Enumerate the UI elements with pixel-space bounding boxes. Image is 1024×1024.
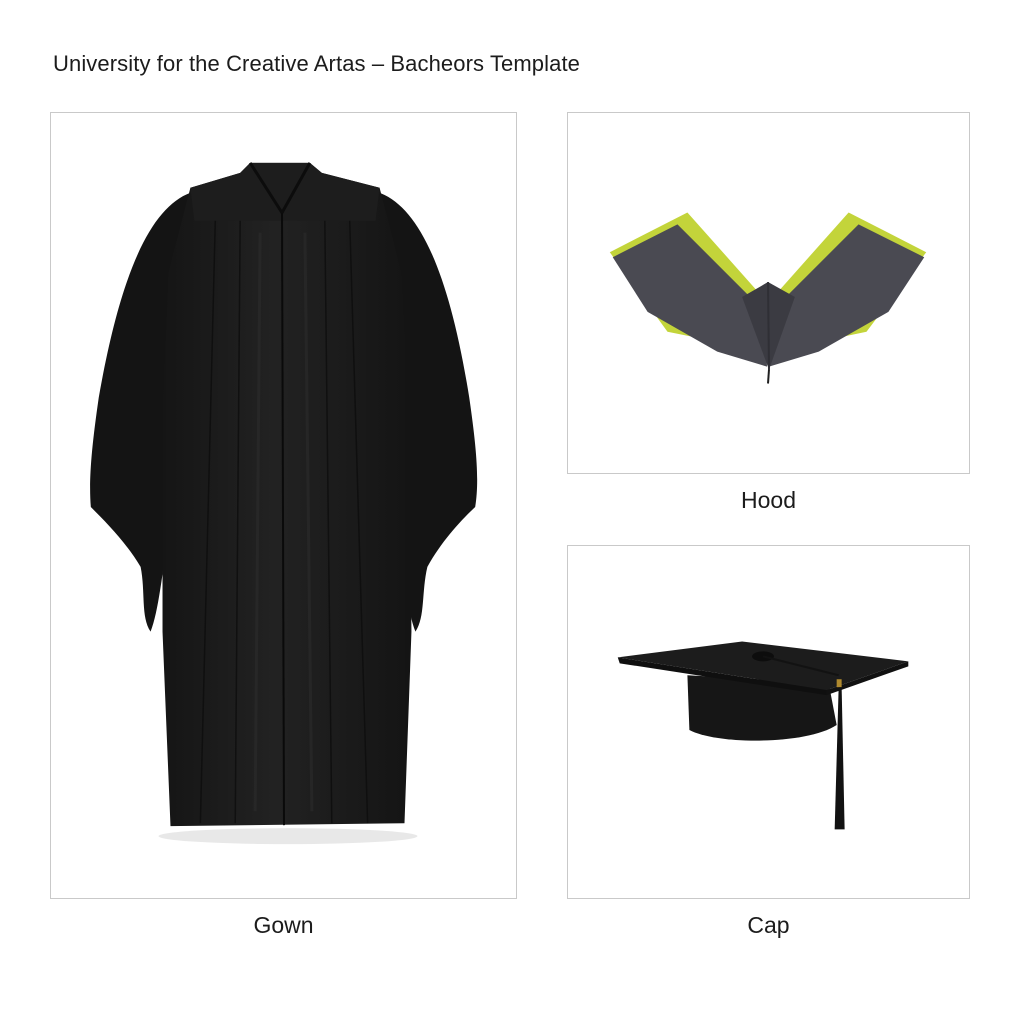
page-title: University for the Creative Artas – Bach… xyxy=(53,51,581,76)
gown-icon xyxy=(90,162,478,845)
hood-image-frame xyxy=(567,112,970,474)
cap-image-frame xyxy=(567,545,970,899)
hood-icon xyxy=(609,212,927,384)
cap-caption: Cap xyxy=(747,912,790,938)
mortarboard-icon xyxy=(617,641,909,830)
hood-caption: Hood xyxy=(741,487,796,513)
gown-image-frame xyxy=(50,112,517,899)
gown-caption: Gown xyxy=(253,912,314,938)
